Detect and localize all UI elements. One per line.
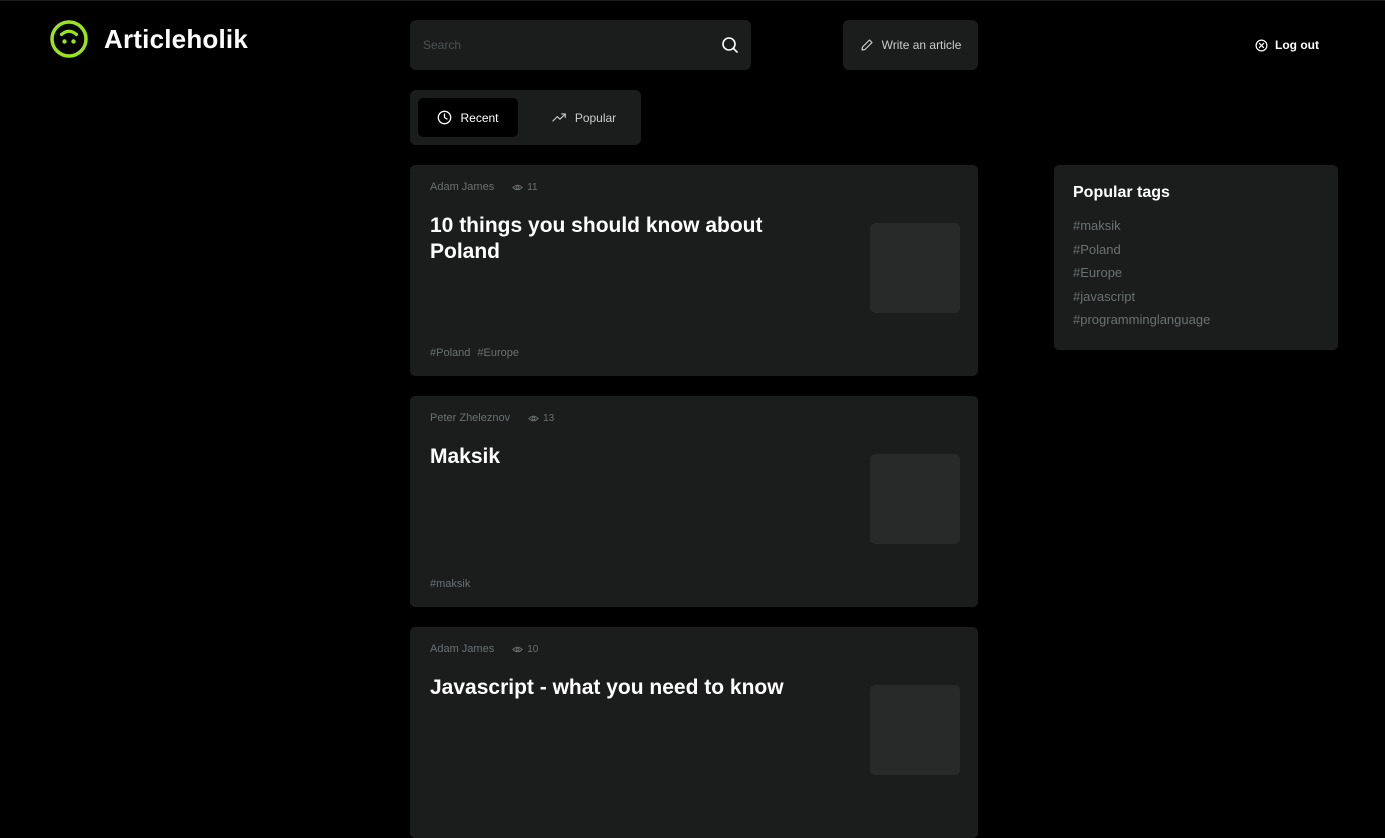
search-box — [410, 20, 751, 70]
article-thumbnail[interactable] — [870, 223, 960, 313]
article-author[interactable]: Adam James — [430, 181, 494, 193]
sort-tabs: Recent Popular — [410, 90, 641, 145]
article-tag[interactable]: #maksik — [430, 578, 470, 590]
popular-tags-title: Popular tags — [1073, 184, 1170, 201]
article-card[interactable]: Adam James 11 10 things you should know … — [410, 165, 978, 376]
clock-icon — [438, 110, 452, 125]
search-icon[interactable] — [721, 36, 739, 54]
smiley-icon — [50, 20, 88, 58]
article-title[interactable]: Javascript - what you need to know — [430, 675, 830, 701]
article-views: 11 — [512, 181, 538, 193]
article-author[interactable]: Peter Zheleznov — [430, 412, 510, 424]
search-input[interactable] — [410, 20, 721, 70]
tab-recent[interactable]: Recent — [418, 98, 518, 137]
tab-recent-label: Recent — [460, 110, 499, 125]
popular-tags-list: #maksik #Poland #Europe #javascript #pro… — [1073, 214, 1210, 332]
article-title[interactable]: Maksik — [430, 444, 830, 470]
popular-tag-item[interactable]: #Europe — [1073, 261, 1210, 285]
article-author[interactable]: Adam James — [430, 643, 494, 655]
article-meta: Adam James 10 — [430, 643, 538, 655]
article-tags: #maksik — [430, 578, 477, 590]
article-card[interactable]: Peter Zheleznov 13 Maksik #maksik — [410, 396, 978, 607]
article-tags: #Poland #Europe — [430, 347, 526, 359]
trending-up-icon — [552, 113, 566, 122]
tab-popular[interactable]: Popular — [534, 98, 634, 137]
pencil-icon — [860, 39, 873, 51]
eye-icon — [528, 415, 539, 421]
popular-tag-item[interactable]: #maksik — [1073, 214, 1210, 238]
article-meta: Peter Zheleznov 13 — [430, 412, 554, 424]
write-article-button[interactable]: Write an article — [843, 20, 978, 70]
article-views: 13 — [528, 413, 554, 424]
close-circle-icon — [1255, 38, 1268, 52]
article-thumbnail[interactable] — [870, 685, 960, 775]
article-views-count: 13 — [543, 412, 555, 424]
article-views-count: 11 — [527, 181, 538, 193]
tab-popular-label: Popular — [574, 110, 617, 125]
logout-button[interactable]: Log out — [1255, 36, 1319, 54]
article-tag[interactable]: #Poland — [430, 347, 470, 359]
eye-icon — [512, 646, 523, 652]
article-title[interactable]: 10 things you should know about Poland — [430, 213, 830, 265]
article-thumbnail[interactable] — [870, 454, 960, 544]
top-divider — [0, 0, 1385, 1]
article-views-count: 10 — [527, 643, 539, 655]
popular-tag-item[interactable]: #Poland — [1073, 238, 1210, 262]
article-views: 10 — [512, 644, 538, 655]
eye-icon — [512, 184, 523, 190]
popular-tags-panel: Popular tags #maksik #Poland #Europe #ja… — [1054, 165, 1338, 350]
app-name: Articleholik — [104, 23, 248, 54]
logout-label: Log out — [1275, 38, 1319, 52]
popular-tag-item[interactable]: #javascript — [1073, 285, 1210, 309]
article-card[interactable]: Adam James 10 Javascript - what you need… — [410, 627, 978, 838]
write-article-label: Write an article — [881, 38, 962, 52]
article-meta: Adam James 11 — [430, 181, 538, 193]
popular-tag-item[interactable]: #programminglanguage — [1073, 308, 1210, 332]
logo[interactable]: Articleholik — [49, 19, 248, 59]
article-tag[interactable]: #Europe — [477, 347, 519, 359]
